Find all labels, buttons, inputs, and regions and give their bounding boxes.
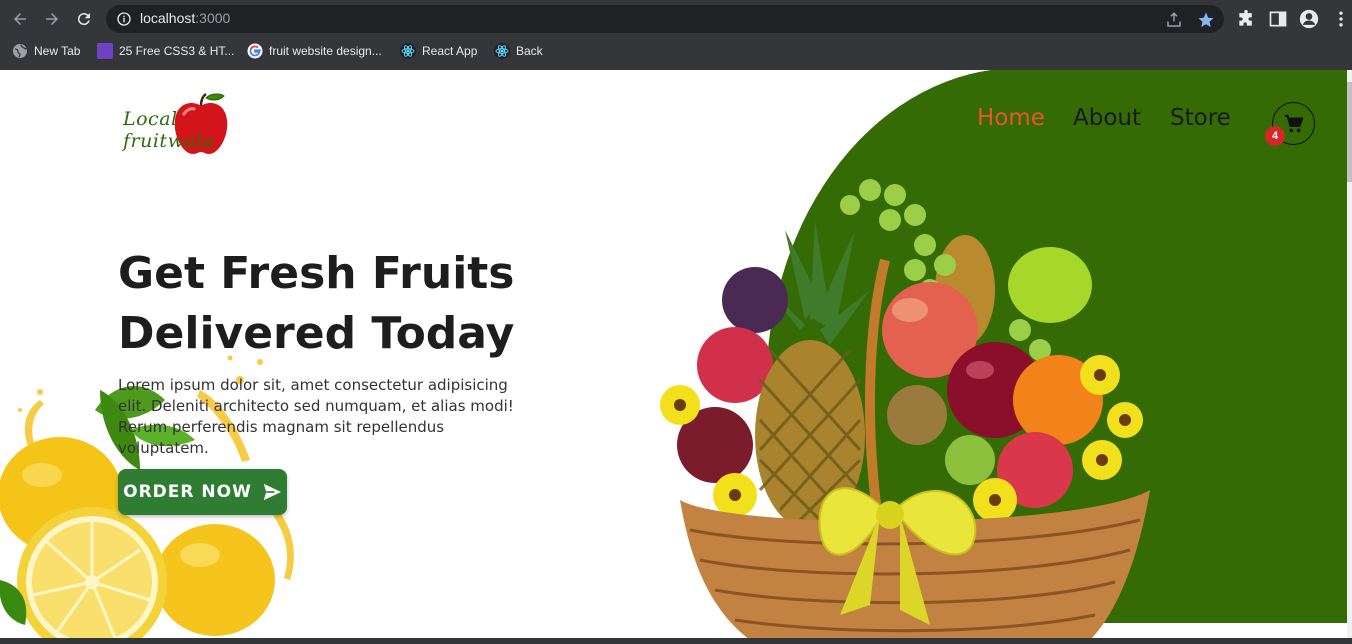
browser-chrome: localhost:3000 New Tab 25 Free CSS3 & HT… [0,0,1352,70]
send-arrow-icon [263,483,281,501]
nav-store[interactable]: Store [1170,105,1231,131]
arrow-left-icon [14,13,26,25]
url-text[interactable]: localhost:3000 [140,10,230,26]
page-scrollbar[interactable] [1347,70,1352,638]
address-bar[interactable]: localhost:3000 [106,5,1224,33]
info-icon[interactable] [116,11,132,27]
order-now-button[interactable]: ORDER NOW [118,469,287,515]
nav-home[interactable]: Home [977,105,1045,131]
google-icon [247,43,263,59]
extensions-icon[interactable] [1236,9,1256,29]
shopping-cart-icon [1284,114,1303,132]
colorlib-icon [97,43,113,59]
reload-icon [77,13,90,26]
cart-count-badge: 4 [1265,126,1285,146]
back-button[interactable] [7,6,33,32]
scrollbar-thumb[interactable] [1347,82,1352,182]
arrow-right-icon [46,13,58,25]
bookmark-react-app[interactable]: React App [400,41,477,61]
bookmark-new-tab[interactable]: New Tab [12,41,80,61]
fruit-basket-image [660,179,1150,638]
reload-button[interactable] [71,6,97,32]
side-panel-icon[interactable] [1268,9,1288,29]
react-icon [400,43,416,59]
globe-icon [13,44,28,58]
forward-button[interactable] [39,6,65,32]
share-icon[interactable] [1165,11,1183,29]
browser-toolbar: localhost:3000 [0,0,1352,38]
nav-about[interactable]: About [1073,105,1141,131]
react-icon [494,43,510,59]
bookmark-colorlib[interactable]: 25 Free CSS3 & HT... [97,41,234,61]
menu-kebab-icon[interactable] [1331,9,1351,29]
page-viewport: Local fruitwala Home About Store 4 Get F… [0,70,1352,638]
hero-description: Lorem ipsum dolor sit, amet consectetur … [118,376,514,457]
window-bottom-edge [0,638,1352,644]
bookmark-google-search[interactable]: fruit website design... [247,41,382,61]
profile-icon[interactable] [1299,9,1319,29]
bookmark-back[interactable]: Back [494,41,543,61]
bookmarks-bar: New Tab 25 Free CSS3 & HT... fruit websi… [0,38,1352,64]
hero-title: Get Fresh Fruits Delivered Today [118,248,515,359]
site-logo[interactable]: Local fruitwala [120,92,235,158]
bookmark-star-icon[interactable] [1197,11,1215,29]
